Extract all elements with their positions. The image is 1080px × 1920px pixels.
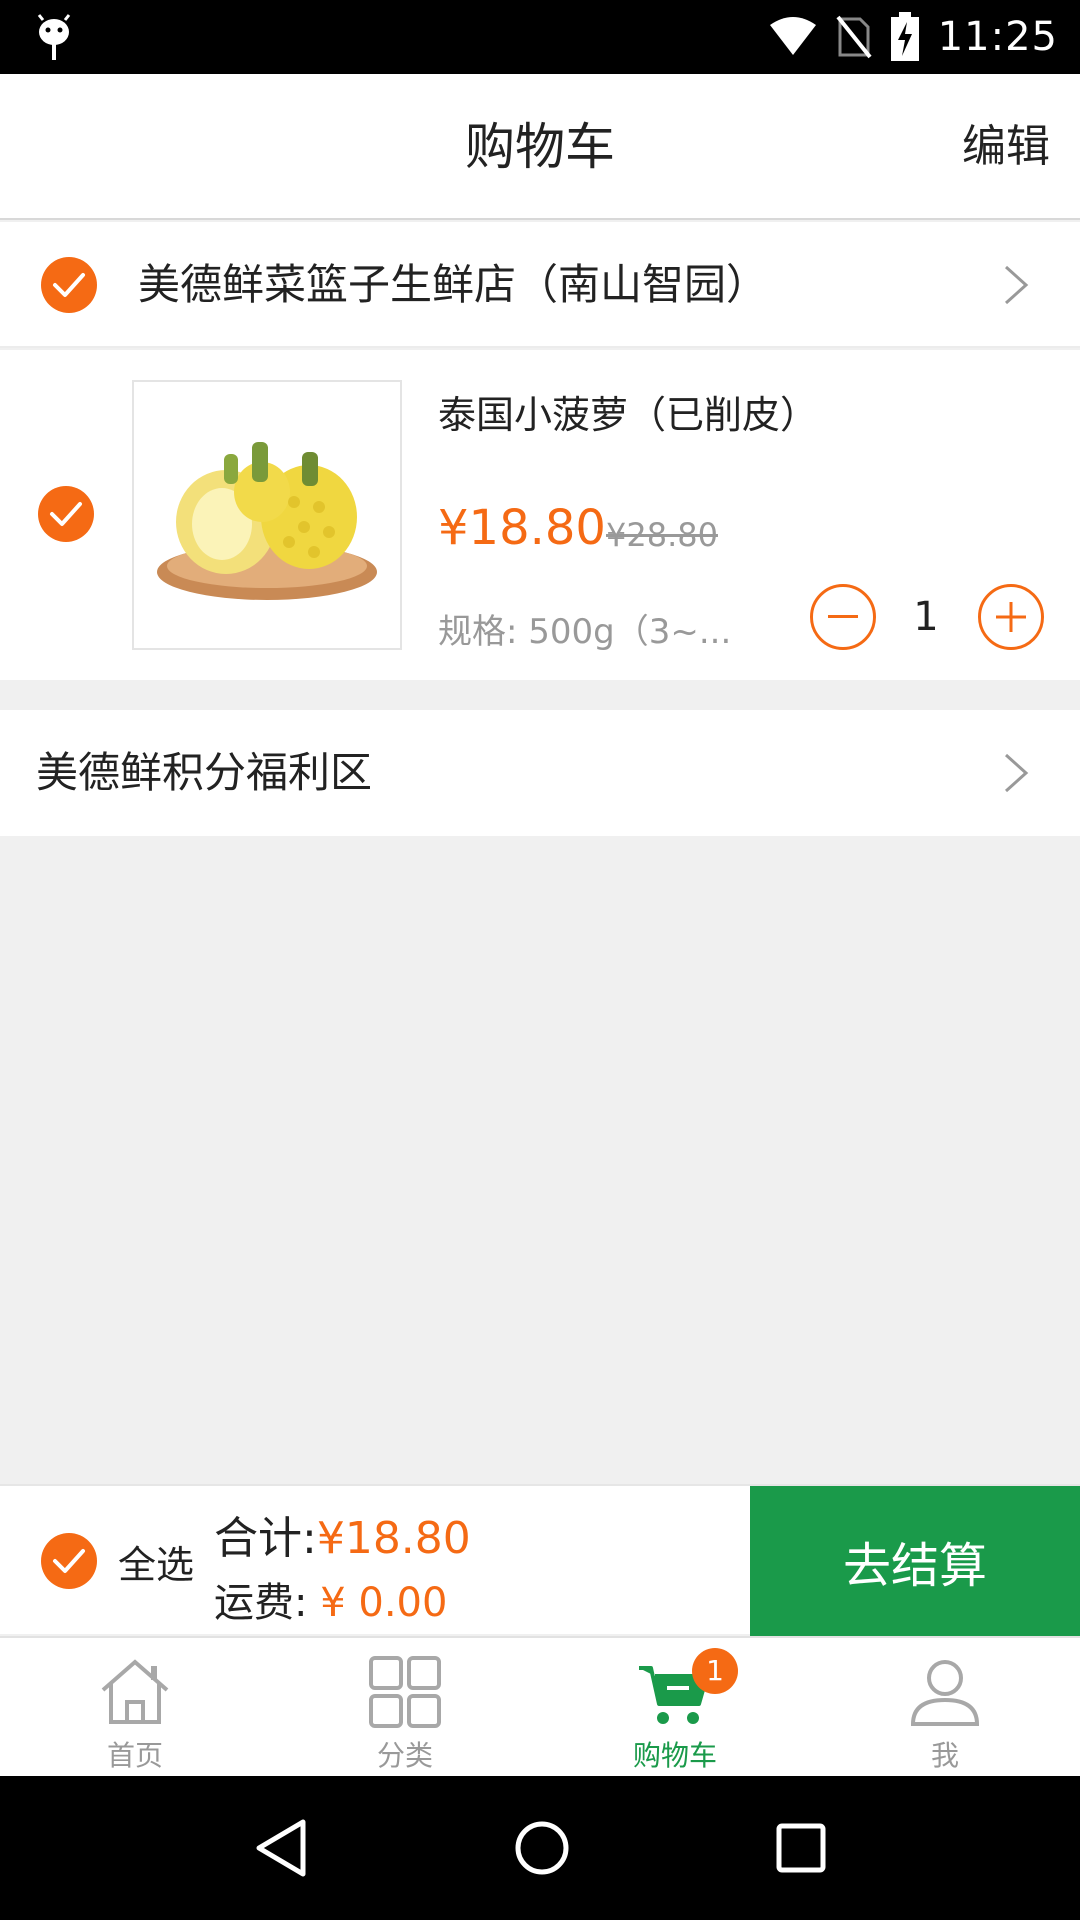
tab-home[interactable]: 首页 (0, 1638, 270, 1776)
home-icon (101, 1659, 169, 1724)
cart-item: 泰国小菠萝（已削皮） ¥18.80 ¥28.80 规格: 500g（3~... … (0, 350, 1080, 680)
checkmark-icon (53, 273, 85, 297)
quantity-value: 1 (913, 594, 939, 640)
shipping-label: 运费: (214, 1580, 308, 1626)
back-icon[interactable] (253, 1818, 309, 1878)
shipping-line: 运费: ¥ 0.00 (214, 1570, 447, 1628)
points-welfare-row[interactable]: 美德鲜积分福利区 (0, 710, 1080, 836)
wifi-icon (769, 17, 816, 55)
tab-cart[interactable]: 1 购物车 (540, 1638, 810, 1776)
quantity-increase-button[interactable] (978, 584, 1044, 650)
item-checkbox[interactable] (38, 486, 94, 542)
product-image[interactable] (132, 380, 402, 650)
recents-icon[interactable] (775, 1822, 827, 1874)
product-spec: 规格: 500g（3~... (438, 612, 732, 652)
chevron-right-icon (1004, 265, 1029, 305)
page-title: 购物车 (465, 118, 615, 176)
system-nav-bar (0, 1776, 1080, 1920)
status-time: 11:25 (937, 14, 1058, 60)
tab-label: 首页 (106, 1739, 163, 1772)
total-label: 合计: (214, 1513, 317, 1564)
tab-category[interactable]: 分类 (270, 1638, 540, 1776)
checkout-bar: 全选 合计:¥18.80 运费: ¥ 0.00 去结算 (0, 1484, 1080, 1636)
tab-label: 购物车 (632, 1739, 717, 1772)
user-icon (910, 1660, 980, 1726)
no-sim-icon (836, 15, 872, 59)
points-welfare-label: 美德鲜积分福利区 (36, 748, 373, 797)
pineapple-image (134, 382, 400, 648)
select-all-checkbox[interactable] (41, 1533, 97, 1589)
minus-icon (828, 615, 858, 618)
checkout-button[interactable]: 去结算 (750, 1486, 1080, 1636)
store-row[interactable]: 美德鲜菜篮子生鲜店（南山智园） (0, 222, 1080, 348)
bottom-tab-bar: 首页 分类 1 购物车 我 (0, 1636, 1080, 1776)
battery-charging-icon (890, 12, 919, 61)
status-bar: 11:25 (0, 0, 1080, 74)
product-price: ¥18.80 (438, 500, 606, 556)
android-debug-icon (37, 14, 71, 60)
cart-badge: 1 (692, 1648, 738, 1694)
store-checkbox[interactable] (41, 257, 97, 313)
checkmark-icon (53, 1549, 85, 1573)
total-value: ¥18.80 (316, 1513, 471, 1564)
title-bar: 购物车 编辑 (0, 74, 1080, 220)
chevron-right-icon (1004, 753, 1029, 793)
tab-label: 我 (930, 1739, 959, 1772)
select-all-label[interactable]: 全选 (118, 1534, 194, 1589)
home-circle-icon[interactable] (514, 1820, 570, 1876)
shipping-value: ¥ 0.00 (320, 1580, 448, 1626)
checkmark-icon (50, 502, 82, 526)
store-name: 美德鲜菜篮子生鲜店（南山智园） (138, 260, 769, 309)
tab-me[interactable]: 我 (810, 1638, 1080, 1776)
plus-icon (996, 602, 1026, 632)
edit-button[interactable]: 编辑 (962, 74, 1050, 220)
product-original-price: ¥28.80 (606, 516, 718, 554)
product-name[interactable]: 泰国小菠萝（已削皮） (438, 384, 818, 439)
quantity-decrease-button[interactable] (810, 584, 876, 650)
total-line: 合计:¥18.80 (214, 1502, 471, 1566)
tab-label: 分类 (376, 1739, 433, 1772)
grid-icon (369, 1656, 441, 1728)
